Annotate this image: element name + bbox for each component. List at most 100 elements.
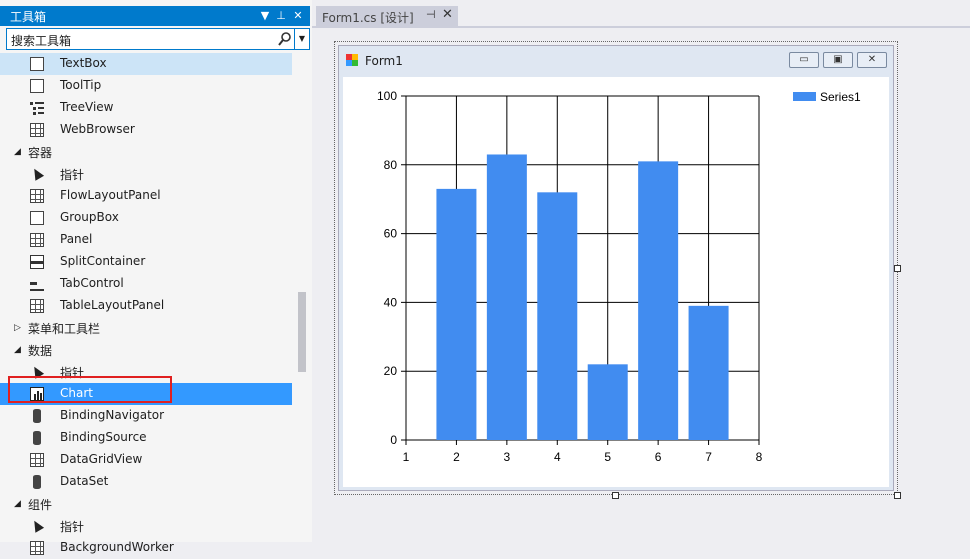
x-tick-label: 1 xyxy=(403,450,410,464)
pointer-icon xyxy=(29,518,45,533)
chart-control[interactable]: 1 2 3 4 5 6 7 8020406080100 Series1 xyxy=(343,77,889,487)
form-app-icon xyxy=(346,54,358,66)
toolbox-panel: 工具箱 ▼ ⊥ ✕ 搜索工具箱 ▼ TextBox ToolTip TreeView… xyxy=(0,0,312,555)
x-tick-label: 5 xyxy=(604,450,611,464)
chart-bar xyxy=(638,161,679,441)
toolbox-item[interactable]: SplitContainer xyxy=(0,251,292,273)
expanded-arrow-icon[interactable]: ◢ xyxy=(14,345,21,355)
chart-bar xyxy=(688,305,729,440)
pin-icon[interactable]: ⊥ xyxy=(274,8,288,24)
legend-label: Series1 xyxy=(820,90,861,104)
toolbox-search-input[interactable]: 搜索工具箱 ▼ xyxy=(6,28,310,50)
toolbox-item-label: GroupBox xyxy=(60,210,119,224)
dropdown-icon[interactable]: ▼ xyxy=(258,8,272,24)
scrollbar-thumb[interactable] xyxy=(298,292,306,372)
toolbox-category[interactable]: ◢ 数据 xyxy=(0,339,292,361)
groupbox-icon xyxy=(30,211,44,225)
toolbox-item-label: TabControl xyxy=(60,276,124,290)
bindingsource-icon xyxy=(33,431,41,445)
toolbox-item-label: DataGridView xyxy=(60,452,143,466)
expanded-arrow-icon[interactable]: ◢ xyxy=(14,147,21,157)
toolbox-item-label: ToolTip xyxy=(60,78,102,92)
tablelayoutpanel-icon xyxy=(30,299,44,313)
collapsed-arrow-icon[interactable]: ▷ xyxy=(14,323,21,333)
toolbox-item-label: 组件 xyxy=(28,498,53,512)
toolbox-item-label: TextBox xyxy=(60,56,107,70)
form1-window[interactable]: Form1 ▭ ▣ ✕ 1 2 3 4 5 6 7 8 0 20 40 60 80 100 Series1 xyxy=(338,45,894,491)
search-icon[interactable] xyxy=(277,31,293,47)
tab-pin-icon[interactable]: ⊣ xyxy=(426,8,436,21)
toolbox-category[interactable]: ◢ 组件 xyxy=(0,493,292,515)
minimize-button[interactable]: ▭ xyxy=(789,52,819,68)
flowlayoutpanel-icon xyxy=(30,189,44,203)
toolbox-item-label: FlowLayoutPanel xyxy=(60,188,161,202)
tab-form1-design[interactable]: Form1.cs [设计] ⊣ ✕ xyxy=(316,6,458,26)
form-client-area: 1 2 3 4 5 6 7 8 0 20 40 60 80 100 Series1 xyxy=(343,77,889,487)
pointer-icon xyxy=(29,166,45,181)
chart-bar xyxy=(486,154,527,441)
toolbox-item[interactable]: GroupBox xyxy=(0,207,292,229)
chart-bar xyxy=(587,364,628,440)
webbrowser-icon xyxy=(30,123,44,137)
toolbox-item[interactable]: ToolTip xyxy=(0,75,292,97)
search-value: 搜索工具箱 xyxy=(11,34,72,48)
splitcontainer-icon xyxy=(30,255,44,269)
toolbox-item[interactable]: DataSet xyxy=(0,471,292,493)
toolbox-item-label: TableLayoutPanel xyxy=(60,298,165,312)
x-tick-label: 8 xyxy=(756,450,763,464)
y-tick-label: 40 xyxy=(384,295,398,309)
toolbox-item-label: BindingNavigator xyxy=(60,408,165,422)
chart-bar xyxy=(436,188,477,440)
toolbox-item[interactable]: 指针 xyxy=(0,515,292,537)
x-tick-label: 6 xyxy=(655,450,662,464)
toolbox-item-label: Panel xyxy=(60,232,93,246)
textbox-icon xyxy=(30,57,44,71)
toolbox-item-label: 菜单和工具栏 xyxy=(28,322,101,336)
close-icon[interactable]: ✕ xyxy=(291,8,305,24)
maximize-button[interactable]: ▣ xyxy=(823,52,853,68)
toolbox-item[interactable]: BindingNavigator xyxy=(0,405,292,427)
resize-handle-corner[interactable] xyxy=(894,492,901,499)
legend-swatch xyxy=(793,92,816,101)
toolbox-item[interactable]: WebBrowser xyxy=(0,119,292,141)
search-dropdown-icon[interactable]: ▼ xyxy=(294,29,309,49)
y-tick-label: 80 xyxy=(384,158,398,172)
toolbox-category[interactable]: ▷ 菜单和工具栏 xyxy=(0,317,292,339)
toolbox-item-label: SplitContainer xyxy=(60,254,146,268)
toolbox-category[interactable]: ◢ 容器 xyxy=(0,141,292,163)
toolbox-item[interactable]: BackgroundWorker xyxy=(0,537,292,559)
toolbox-item[interactable]: TabControl xyxy=(0,273,292,295)
toolbox-item[interactable]: 指针 xyxy=(0,163,292,185)
x-tick-label: 4 xyxy=(554,450,561,464)
toolbox-item-label: DataSet xyxy=(60,474,109,488)
toolbox-item[interactable]: Panel xyxy=(0,229,292,251)
tab-underline xyxy=(312,26,970,28)
toolbox-item[interactable]: BindingSource xyxy=(0,427,292,449)
toolbox-item[interactable]: TreeView xyxy=(0,97,292,119)
y-tick-label: 60 xyxy=(384,227,398,241)
y-tick-label: 100 xyxy=(377,89,397,103)
resize-handle-right[interactable] xyxy=(894,265,901,272)
y-tick-label: 0 xyxy=(390,433,397,447)
x-tick-label: 2 xyxy=(453,450,460,464)
resize-handle-bottom[interactable] xyxy=(612,492,619,499)
toolbox-item-label: 指针 xyxy=(60,520,85,534)
toolbox-item[interactable]: TextBox xyxy=(0,53,292,75)
tab-close-icon[interactable]: ✕ xyxy=(442,7,453,22)
toolbox-item-label: 数据 xyxy=(28,344,53,358)
datagridview-icon xyxy=(30,453,44,467)
toolbox-item[interactable]: FlowLayoutPanel xyxy=(0,185,292,207)
expanded-arrow-icon[interactable]: ◢ xyxy=(14,499,21,509)
toolbox-title: 工具箱 xyxy=(10,10,47,24)
y-tick-label: 20 xyxy=(384,364,398,378)
toolbox-title-bar: 工具箱 ▼ ⊥ ✕ xyxy=(0,6,310,26)
chart-bar xyxy=(537,192,578,440)
chart-plot-group: 1 2 3 4 5 6 7 8020406080100 Series1 xyxy=(377,89,861,464)
toolbox-item[interactable]: TableLayoutPanel xyxy=(0,295,292,317)
x-tick-label: 7 xyxy=(705,450,712,464)
toolbox-item-label: WebBrowser xyxy=(60,122,135,136)
highlight-box xyxy=(8,376,172,403)
tab-label: Form1.cs [设计] xyxy=(322,11,414,25)
close-button[interactable]: ✕ xyxy=(857,52,887,68)
toolbox-item[interactable]: DataGridView xyxy=(0,449,292,471)
